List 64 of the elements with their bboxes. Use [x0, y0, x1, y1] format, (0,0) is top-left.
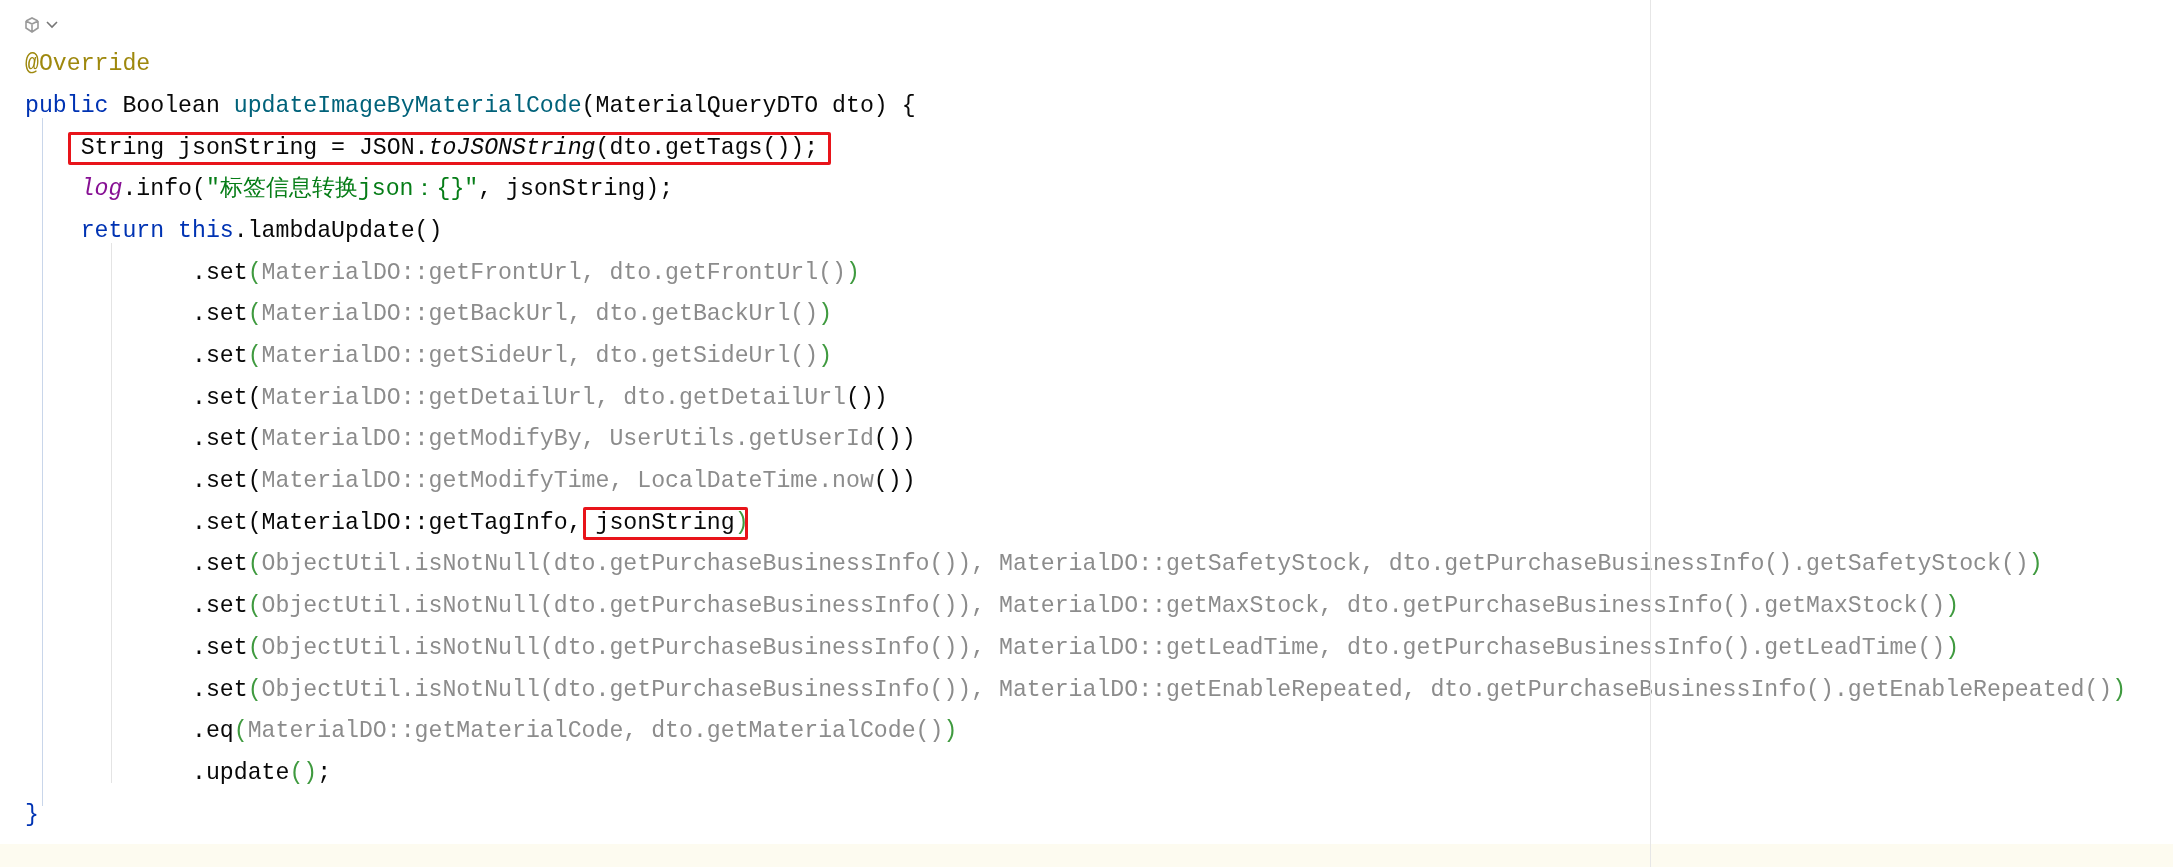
code-text: ()) — [845, 386, 888, 410]
code-text: MaterialDO::getDetailUrl, dto.getDetailUrl — [261, 386, 846, 410]
code-text: ()) — [873, 428, 916, 452]
code-text: MaterialDO::getFrontUrl, dto.getFrontUrl() — [261, 261, 846, 285]
code-text: ) — [943, 720, 958, 744]
code-text: MaterialDO::getMaterialCode, dto.getMaterialCode() — [247, 720, 944, 744]
code-text: MaterialDO::getSideUrl, dto.getSideUrl() — [261, 345, 819, 369]
code-text: ( — [247, 553, 262, 577]
code-text: .set(MaterialDO::getTagInfo, — [191, 511, 583, 535]
code-text: ObjectUtil.isNotNull(dto.getPurchaseBusinessInfo()), MaterialDO::getLeadTime, dto.getPurchaseBusinessInfo().getLeadTime() — [261, 636, 1946, 661]
code-text: ) — [2028, 553, 2043, 577]
code-text: .set( — [191, 428, 262, 452]
code-text: .set — [191, 345, 248, 369]
code-text: ( — [233, 720, 248, 744]
code-text: ( — [247, 345, 262, 369]
code-text: "标签信息转换json：{}" — [205, 178, 479, 202]
code-text: .set — [191, 553, 248, 577]
code-text: log — [80, 178, 123, 202]
code-text: String jsonString = JSON. — [80, 136, 429, 160]
code-text: ) — [1945, 595, 1960, 619]
code-text: toJSONString — [428, 136, 596, 160]
code-text: MaterialDO::getModifyTime, LocalDateTime.now — [261, 470, 874, 494]
code-text: , jsonString); — [478, 178, 674, 202]
code-text: .set( — [191, 386, 262, 410]
code-text: ( — [247, 261, 262, 285]
code-text: ; — [317, 761, 332, 786]
code-text: jsonString — [595, 511, 735, 535]
gutter-icon[interactable] — [22, 15, 42, 35]
code-text: MaterialDO::getBackUrl, dto.getBackUrl() — [261, 303, 819, 327]
code-text: public — [25, 94, 109, 119]
code-text: ObjectUtil.isNotNull(dto.getPurchaseBusinessInfo()), MaterialDO::getMaxStock, dto.getPurchaseBusinessInfo().getMaxStock() — [261, 595, 1946, 619]
code-text: .info( — [122, 178, 206, 202]
code-text: ) — [1945, 636, 1960, 661]
code-text: ( — [247, 636, 262, 661]
code-text: (MaterialQueryDTO dto) { — [581, 94, 916, 119]
code-text: ) — [2112, 678, 2127, 702]
code-text: return this — [80, 220, 234, 244]
code-text: ) — [818, 303, 833, 327]
code-text: ObjectUtil.isNotNull(dto.getPurchaseBusinessInfo()), MaterialDO::getSafetyStock, dto.getPurchaseBusinessInfo().getSafetyStock() — [261, 553, 2029, 577]
code-text: ()) — [873, 470, 916, 494]
code-text: ) — [818, 345, 833, 369]
code-text: .update — [191, 761, 290, 786]
code-text: .lambdaUpdate() — [233, 220, 443, 244]
code-text: } — [25, 803, 39, 827]
code-text: .set( — [191, 470, 262, 494]
code-text: ( — [247, 303, 262, 327]
code-text: Boolean — [121, 94, 221, 119]
code-text: .eq — [191, 720, 234, 744]
code-text: ) — [734, 511, 749, 535]
code-text: () — [289, 761, 318, 786]
code-text: .set — [191, 261, 248, 285]
code-text: .set — [191, 678, 248, 702]
chevron-down-icon[interactable] — [46, 21, 58, 29]
code-text: .set — [191, 595, 248, 619]
code-text: ObjectUtil.isNotNull(dto.getPurchaseBusinessInfo()), MaterialDO::getEnableRepeated, dto.getPurchaseBusinessInfo().getEnableRepeated() — [261, 678, 2113, 702]
code-text: updateImageByMaterialCode — [233, 94, 582, 119]
code-text: ) — [846, 261, 860, 285]
code-text: .set — [191, 636, 248, 661]
code-text: .set — [191, 303, 248, 327]
code-text: (dto.getTags()); — [595, 136, 819, 160]
code-text: ( — [247, 595, 262, 619]
code-text: ( — [247, 678, 262, 702]
code-text: @Override — [25, 53, 151, 77]
code-text: MaterialDO::getModifyBy, UserUtils.getUserId — [261, 428, 874, 452]
